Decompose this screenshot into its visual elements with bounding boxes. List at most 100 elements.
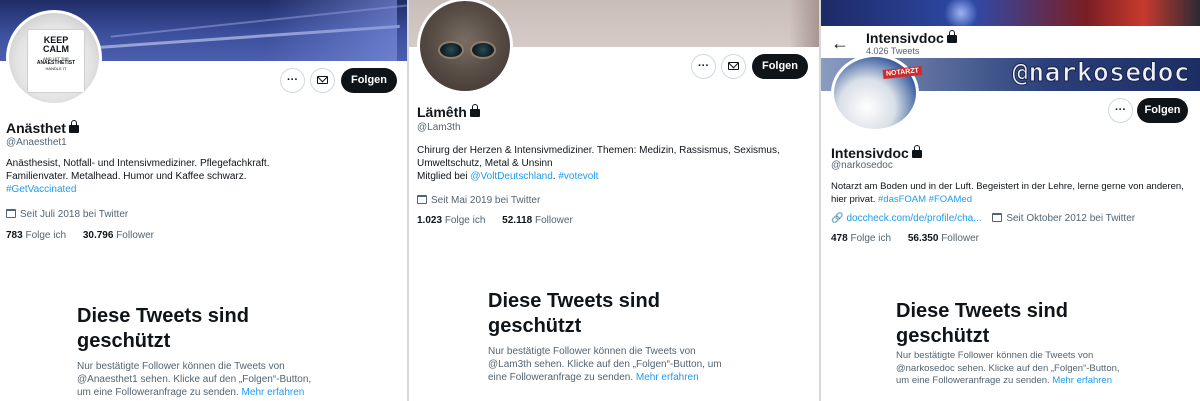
bio: Anästhesist, Notfall- und Intensivmedizi…	[6, 157, 401, 196]
bio-line: hier privat. #dasFOAM #FOAMed	[831, 193, 1197, 206]
followers-link[interactable]: 30.796 Follower	[83, 230, 154, 241]
bio-line: Anästhesist, Notfall- und Intensivmedizi…	[6, 158, 270, 169]
join-date-text: Seit Mai 2019 bei Twitter	[431, 195, 541, 206]
avatar[interactable]: KEEP CALM AND LET THE ANAESTHETIST HANDL…	[6, 10, 102, 106]
display-name: Intensivdoc	[831, 145, 922, 161]
follow-button[interactable]: Folgen	[752, 54, 808, 79]
avatar[interactable]	[831, 54, 919, 132]
display-name-text: Intensivdoc	[831, 145, 909, 161]
protected-tweets-title: Diese Tweets sind geschützt	[77, 304, 249, 354]
hashtag-link[interactable]: #votevolt	[558, 171, 598, 182]
calendar-icon	[992, 213, 1003, 222]
profile-banner-top	[821, 0, 1200, 26]
handle: @Lam3th	[417, 122, 461, 133]
text-line: eine Followeranfrage zu senden. Mehr erf…	[488, 371, 722, 384]
profile-panel-intensivdoc: ← Intensivdoc 4.026 Tweets @narkosedoc N…	[821, 0, 1200, 401]
learn-more-link[interactable]: Mehr erfahren	[1052, 375, 1112, 386]
followers-link[interactable]: 52.118 Follower	[502, 215, 573, 226]
avatar-goggle	[438, 41, 464, 59]
calendar-icon	[6, 209, 16, 218]
mail-icon	[728, 62, 739, 70]
mug-text: CALM	[43, 44, 69, 54]
following-link[interactable]: 1.023 Folge ich	[417, 215, 485, 226]
join-date-text: Seit Oktober 2012 bei Twitter	[1006, 213, 1136, 224]
mention-link[interactable]: @VoltDeutschland	[470, 171, 552, 182]
avatar[interactable]	[417, 0, 513, 94]
message-button[interactable]	[310, 68, 335, 93]
follow-counts: 1.023 Folge ich 52.118 Follower	[417, 215, 573, 226]
learn-more-link[interactable]: Mehr erfahren	[636, 372, 699, 383]
handle: @narkosedoc	[831, 160, 893, 171]
more-options-button[interactable]: ···	[1108, 98, 1133, 123]
title-line: Diese Tweets sind	[77, 305, 249, 327]
display-name: Anästhet	[6, 120, 79, 136]
profile-panel-anaesthet: KEEP CALM AND LET THE ANAESTHETIST HANDL…	[0, 0, 407, 401]
mug-text: HANDLE IT	[45, 66, 67, 71]
following-label: Folge ich	[444, 215, 486, 226]
mail-icon	[317, 76, 328, 84]
followers-count: 56.350	[907, 233, 939, 244]
followers-label: Follower	[941, 233, 979, 244]
lock-icon	[946, 30, 957, 43]
bio-line: Chirurg der Herzen & Intensivmediziner. …	[417, 145, 780, 156]
display-name-text: Lämêth	[417, 104, 467, 120]
avatar-goggle	[470, 41, 496, 59]
banner-decoration	[267, 0, 397, 61]
profile-meta: 🔗 doccheck.com/de/profile/cha... Seit Okt…	[831, 212, 1135, 224]
following-link[interactable]: 783 Folge ich	[6, 230, 66, 241]
hashtag-link[interactable]: #dasFOAM #FOAMed	[878, 194, 972, 205]
text-line: um eine Followeranfrage zu senden. Mehr …	[77, 386, 311, 399]
bio: Chirurg der Herzen & Intensivmediziner. …	[417, 144, 815, 183]
more-options-button[interactable]: ···	[280, 68, 305, 93]
text-line-part: um eine Followeranfrage zu senden.	[77, 387, 239, 398]
followers-label: Follower	[535, 215, 573, 226]
following-count: 783	[6, 230, 23, 241]
follow-button[interactable]: Folgen	[341, 68, 397, 93]
text-line: um eine Followeranfrage zu senden. Mehr …	[896, 375, 1120, 388]
title-line: geschützt	[896, 325, 990, 347]
following-link[interactable]: 478 Folge ich	[831, 233, 891, 244]
text-line-part: um eine Followeranfrage zu senden.	[896, 375, 1050, 386]
header-name-text: Intensivdoc	[866, 30, 944, 46]
protected-tweets-text: Nur bestätigte Follower können die Tweet…	[488, 345, 722, 384]
title-line: geschützt	[77, 330, 171, 352]
calendar-icon	[417, 195, 427, 204]
text-line: Nur bestätigte Follower können die Tweet…	[488, 346, 696, 357]
text-line: Nur bestätigte Follower können die Tweet…	[77, 361, 285, 372]
display-name: Lämêth	[417, 104, 480, 120]
followers-label: Follower	[116, 230, 154, 241]
protected-tweets-title: Diese Tweets sind geschützt	[488, 289, 660, 339]
join-date: Seit Oktober 2012 bei Twitter	[992, 213, 1135, 224]
following-label: Folge ich	[850, 233, 892, 244]
bio: Notarzt am Boden und in der Luft. Begeis…	[831, 180, 1197, 206]
join-date-text: Seit Juli 2018 bei Twitter	[20, 209, 129, 220]
more-icon: ···	[698, 60, 709, 72]
title-line: geschützt	[488, 315, 582, 337]
lock-icon	[68, 120, 79, 133]
back-arrow-icon[interactable]: ←	[831, 34, 849, 52]
bio-line: Mitglied bei @VoltDeutschland. #votevolt	[417, 170, 815, 183]
protected-tweets-text: Nur bestätigte Follower können die Tweet…	[77, 360, 311, 399]
join-date: Seit Juli 2018 bei Twitter	[6, 208, 128, 220]
followers-count: 30.796	[82, 230, 114, 241]
follow-counts: 783 Folge ich 30.796 Follower	[6, 230, 154, 241]
message-button[interactable]	[721, 54, 746, 79]
title-line: Diese Tweets sind	[488, 290, 660, 312]
protected-tweets-title: Diese Tweets sind geschützt	[896, 299, 1068, 349]
bio-line: Notarzt am Boden und in der Luft. Begeis…	[831, 181, 1184, 192]
following-count: 478	[831, 233, 848, 244]
banner-decoration	[941, 0, 981, 26]
learn-more-link[interactable]: Mehr erfahren	[242, 387, 305, 398]
followers-link[interactable]: 56.350 Follower	[908, 233, 979, 244]
lock-icon	[469, 104, 480, 117]
text-line-part: eine Followeranfrage zu senden.	[488, 372, 634, 383]
hashtag-link[interactable]: #GetVaccinated	[6, 183, 401, 196]
join-date: Seit Mai 2019 bei Twitter	[417, 194, 540, 206]
profile-panel-lameth: ··· Folgen Lämêth @Lam3th Chirurg der He…	[409, 0, 819, 401]
website-link[interactable]: doccheck.com/de/profile/cha...	[846, 213, 981, 224]
avatar-mug-image: KEEP CALM AND LET THE ANAESTHETIST HANDL…	[27, 29, 85, 93]
follow-button[interactable]: Folgen	[1137, 98, 1188, 123]
more-options-button[interactable]: ···	[691, 54, 716, 79]
text-line: @Anaesthet1 sehen. Klicke auf den „Folge…	[77, 374, 312, 385]
text-line: Nur bestätigte Follower können die Tweet…	[896, 350, 1094, 361]
